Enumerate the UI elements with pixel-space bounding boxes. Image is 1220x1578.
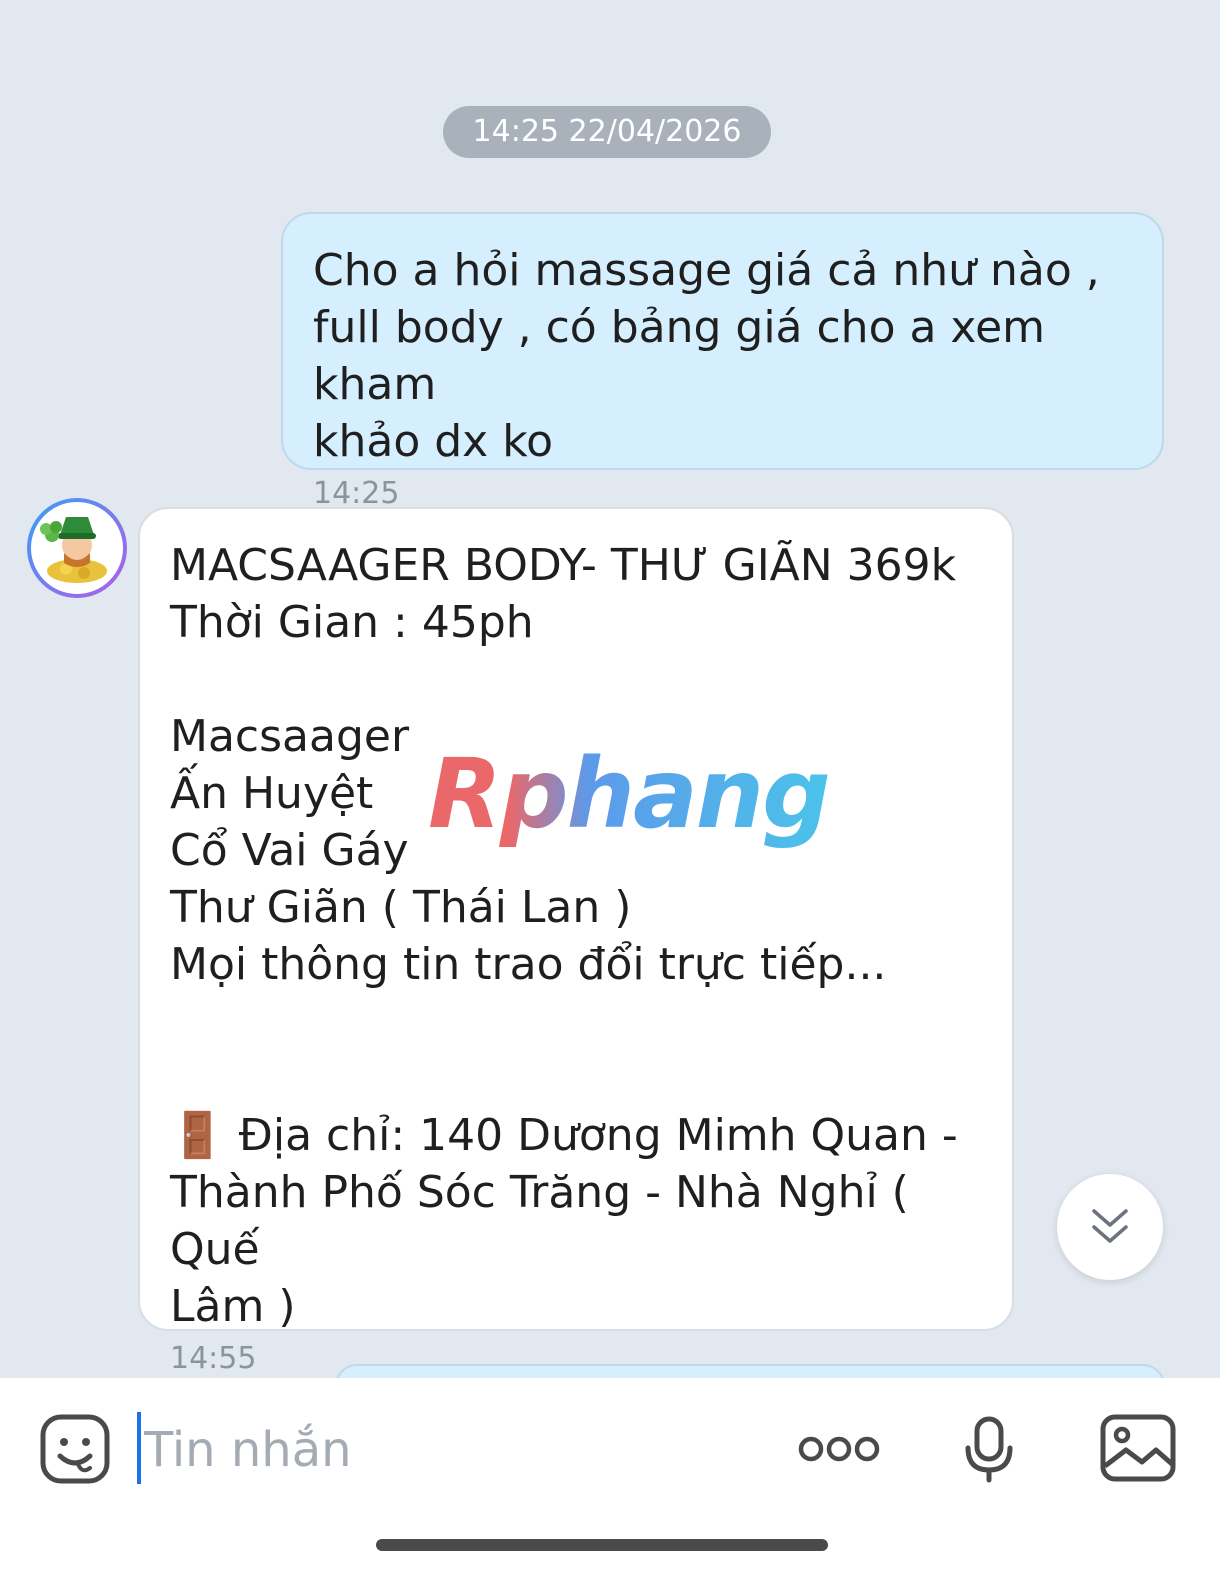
incoming-message[interactable]: MACSAAGER BODY- THƯ GIÃN 369k Thời Gian … (138, 507, 1014, 1376)
message-text: Cho a hỏi massage giá cả như nào , full … (313, 245, 1100, 467)
chat-area[interactable]: 14:25 22/04/2026 Cho a hỏi massage giá c… (0, 0, 1220, 1380)
image-icon (1100, 1414, 1176, 1482)
message-time: 14:25 (313, 476, 400, 511)
scroll-to-bottom-button[interactable] (1057, 1174, 1163, 1280)
more-button[interactable] (798, 1434, 880, 1468)
image-button[interactable] (1100, 1414, 1176, 1486)
home-indicator[interactable] (376, 1539, 828, 1551)
sticker-button[interactable] (40, 1414, 110, 1488)
message-text: MACSAAGER BODY- THƯ GIÃN 369k Thời Gian … (170, 540, 958, 1332)
double-chevron-down-icon (1092, 1209, 1128, 1243)
voice-button[interactable] (964, 1416, 1014, 1488)
outgoing-message[interactable]: Cho a hỏi massage giá cả như nào , full … (281, 212, 1164, 511)
avatar[interactable] (27, 498, 127, 598)
text-caret (137, 1412, 141, 1484)
avatar-image (31, 502, 123, 594)
microphone-icon (965, 1416, 1013, 1483)
more-icon (798, 1436, 880, 1462)
watermark-logo: Rphang (428, 738, 831, 850)
date-divider: 14:25 22/04/2026 (443, 106, 771, 158)
sticker-icon (40, 1414, 110, 1484)
message-input[interactable] (144, 1418, 744, 1482)
